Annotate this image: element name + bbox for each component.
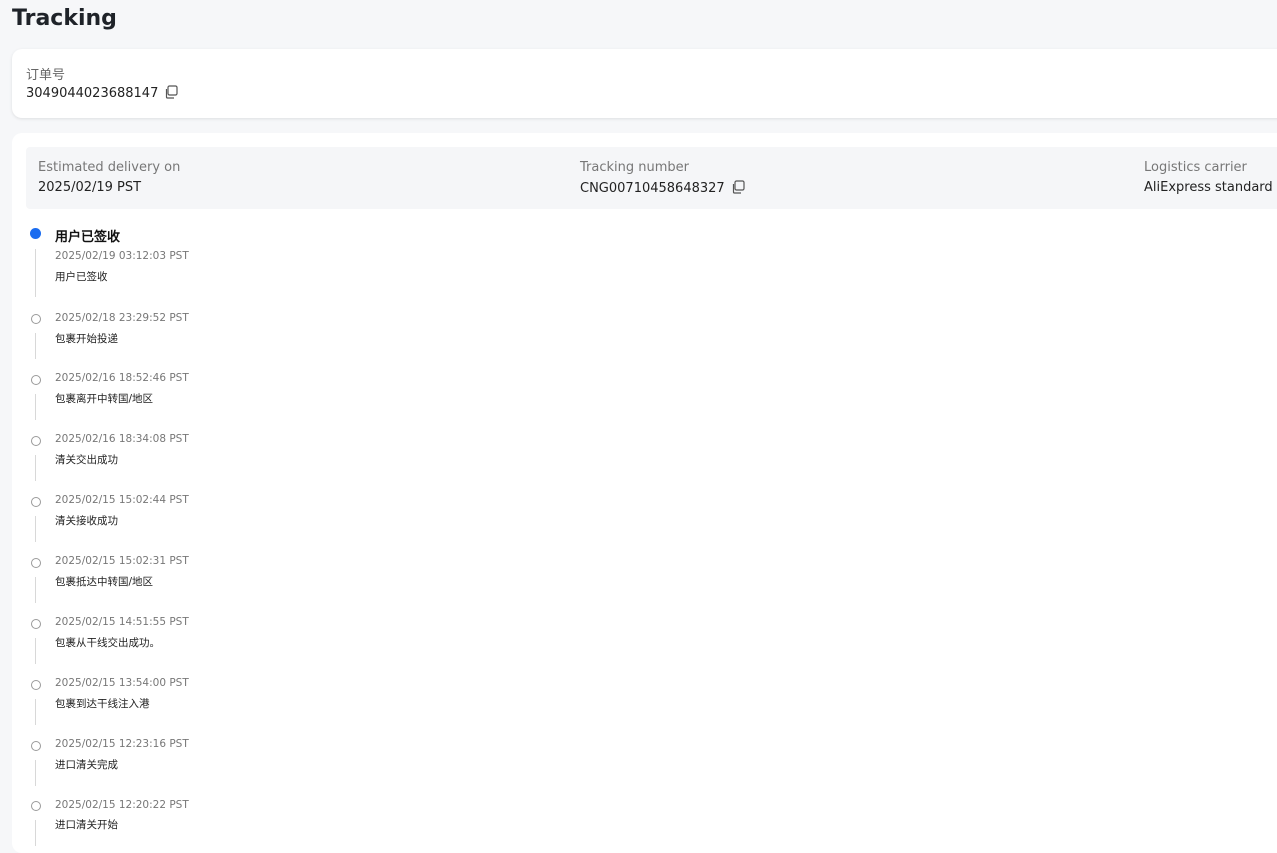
event-description: 用户已签收 (55, 271, 108, 283)
event-time: 2025/02/19 03:12:03 PST (55, 250, 189, 262)
copy-icon[interactable] (164, 85, 178, 99)
order-number-row: 3049044023688147 (26, 85, 178, 101)
event-description: 包裹抵达中转国/地区 (55, 576, 154, 588)
timeline-connector (35, 760, 36, 786)
status-dot (31, 497, 41, 507)
event-time: 2025/02/15 12:23:16 PST (55, 738, 189, 750)
logistics-carrier: Logistics carrier AliExpress standard sh (1144, 160, 1277, 196)
order-number-label: 订单号 (26, 68, 66, 83)
event-time: 2025/02/15 15:02:31 PST (55, 555, 189, 567)
status-dot (31, 436, 41, 446)
shipment-summary: Estimated delivery on 2025/02/19 PST Tra… (26, 147, 1277, 209)
event-description: 包裹到达干线注入港 (55, 698, 150, 710)
event-time: 2025/02/16 18:34:08 PST (55, 433, 189, 445)
logistics-carrier-label: Logistics carrier (1144, 160, 1247, 175)
status-dot (31, 314, 41, 324)
tracking-number-label: Tracking number (580, 160, 689, 175)
event-time: 2025/02/15 12:20:22 PST (55, 799, 189, 811)
order-number-value: 3049044023688147 (26, 86, 159, 101)
timeline-connector (35, 516, 36, 542)
status-dot (31, 741, 41, 751)
status-dot (31, 801, 41, 811)
tracking-number-value: CNG00710458648327 (580, 181, 725, 196)
status-dot (31, 375, 41, 385)
event-time: 2025/02/15 13:54:00 PST (55, 677, 189, 689)
timeline-connector (35, 333, 36, 359)
event-description: 进口清关完成 (55, 759, 118, 771)
estimated-delivery-value: 2025/02/19 PST (38, 180, 142, 195)
page-title: Tracking (12, 6, 117, 31)
event-description: 清关交出成功 (55, 454, 118, 466)
tracking-number-row: CNG00710458648327 (580, 180, 745, 197)
timeline-connector (35, 638, 36, 664)
tracking-card: Estimated delivery on 2025/02/19 PST Tra… (12, 133, 1277, 853)
event-description: 清关接收成功 (55, 515, 118, 527)
estimated-delivery-label: Estimated delivery on (38, 160, 181, 175)
timeline-connector (35, 577, 36, 603)
tracking-number: Tracking number CNG00710458648327 (580, 160, 745, 197)
event-time: 2025/02/15 15:02:44 PST (55, 494, 189, 506)
timeline-connector (35, 394, 36, 420)
timeline-connector (35, 699, 36, 725)
estimated-delivery: Estimated delivery on 2025/02/19 PST (38, 160, 180, 196)
latest-status-title: 用户已签收 (55, 230, 121, 245)
event-time: 2025/02/15 14:51:55 PST (55, 616, 189, 628)
event-description: 包裹从干线交出成功。 (55, 637, 160, 649)
status-dot (31, 680, 41, 690)
event-description: 进口清关开始 (55, 819, 118, 831)
event-description: 包裹离开中转国/地区 (55, 393, 154, 405)
timeline-connector (35, 455, 36, 481)
order-card: 订单号 3049044023688147 (12, 49, 1277, 118)
copy-icon[interactable] (731, 180, 745, 194)
logistics-carrier-value: AliExpress standard sh (1144, 180, 1277, 195)
status-dot (31, 558, 41, 568)
event-time: 2025/02/18 23:29:52 PST (55, 312, 189, 324)
timeline-connector (35, 820, 36, 846)
timeline-connector (35, 249, 36, 297)
event-description: 包裹开始投递 (55, 333, 118, 345)
status-dot (31, 619, 41, 629)
active-status-dot (30, 228, 41, 239)
event-time: 2025/02/16 18:52:46 PST (55, 372, 189, 384)
